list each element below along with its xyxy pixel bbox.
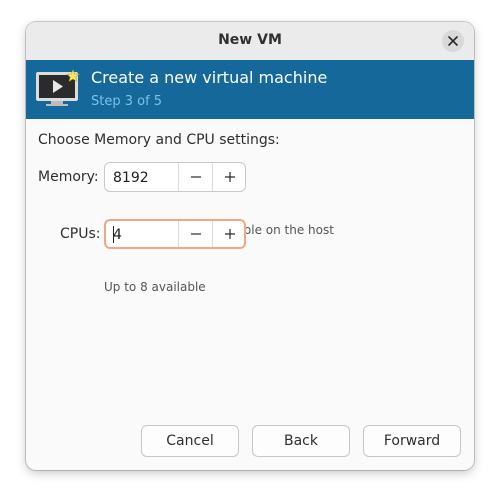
cpus-hint: Up to 8 available [104,280,206,294]
plus-icon [225,229,235,239]
step-indicator: Step 3 of 5 [91,94,163,109]
cpus-decrease-button[interactable] [178,221,213,247]
cpus-label: CPUs: [60,226,101,242]
wizard-banner: Create a new virtual machine Step 3 of 5 [26,60,474,119]
cpus-spinbutton[interactable]: 4 [104,219,246,249]
title-bar: New VM [26,22,474,61]
memory-decrease-button[interactable] [178,163,213,191]
plus-icon [225,172,235,182]
section-heading: Choose Memory and CPU settings: [38,132,280,148]
back-button[interactable]: Back [252,425,350,457]
new-vm-dialog: New VM Create a new virtual machine Step… [26,22,474,470]
minus-icon [191,233,201,235]
minus-icon [191,176,201,178]
window-title: New VM [218,32,282,48]
forward-button[interactable]: Forward [363,425,461,457]
close-button[interactable] [442,30,464,52]
cpus-value[interactable]: 4 [113,227,122,243]
memory-value[interactable]: 8192 [113,170,149,186]
banner-title: Create a new virtual machine [91,68,328,87]
close-icon [448,36,458,46]
cancel-button[interactable]: Cancel [141,425,239,457]
cpus-increase-button[interactable] [212,221,247,247]
memory-label: Memory: [38,169,99,185]
dialog-content: Choose Memory and CPU settings: Memory: … [26,119,474,470]
vm-monitor-icon [36,69,80,106]
memory-spinbutton[interactable]: 8192 [104,162,246,192]
memory-increase-button[interactable] [212,163,247,191]
